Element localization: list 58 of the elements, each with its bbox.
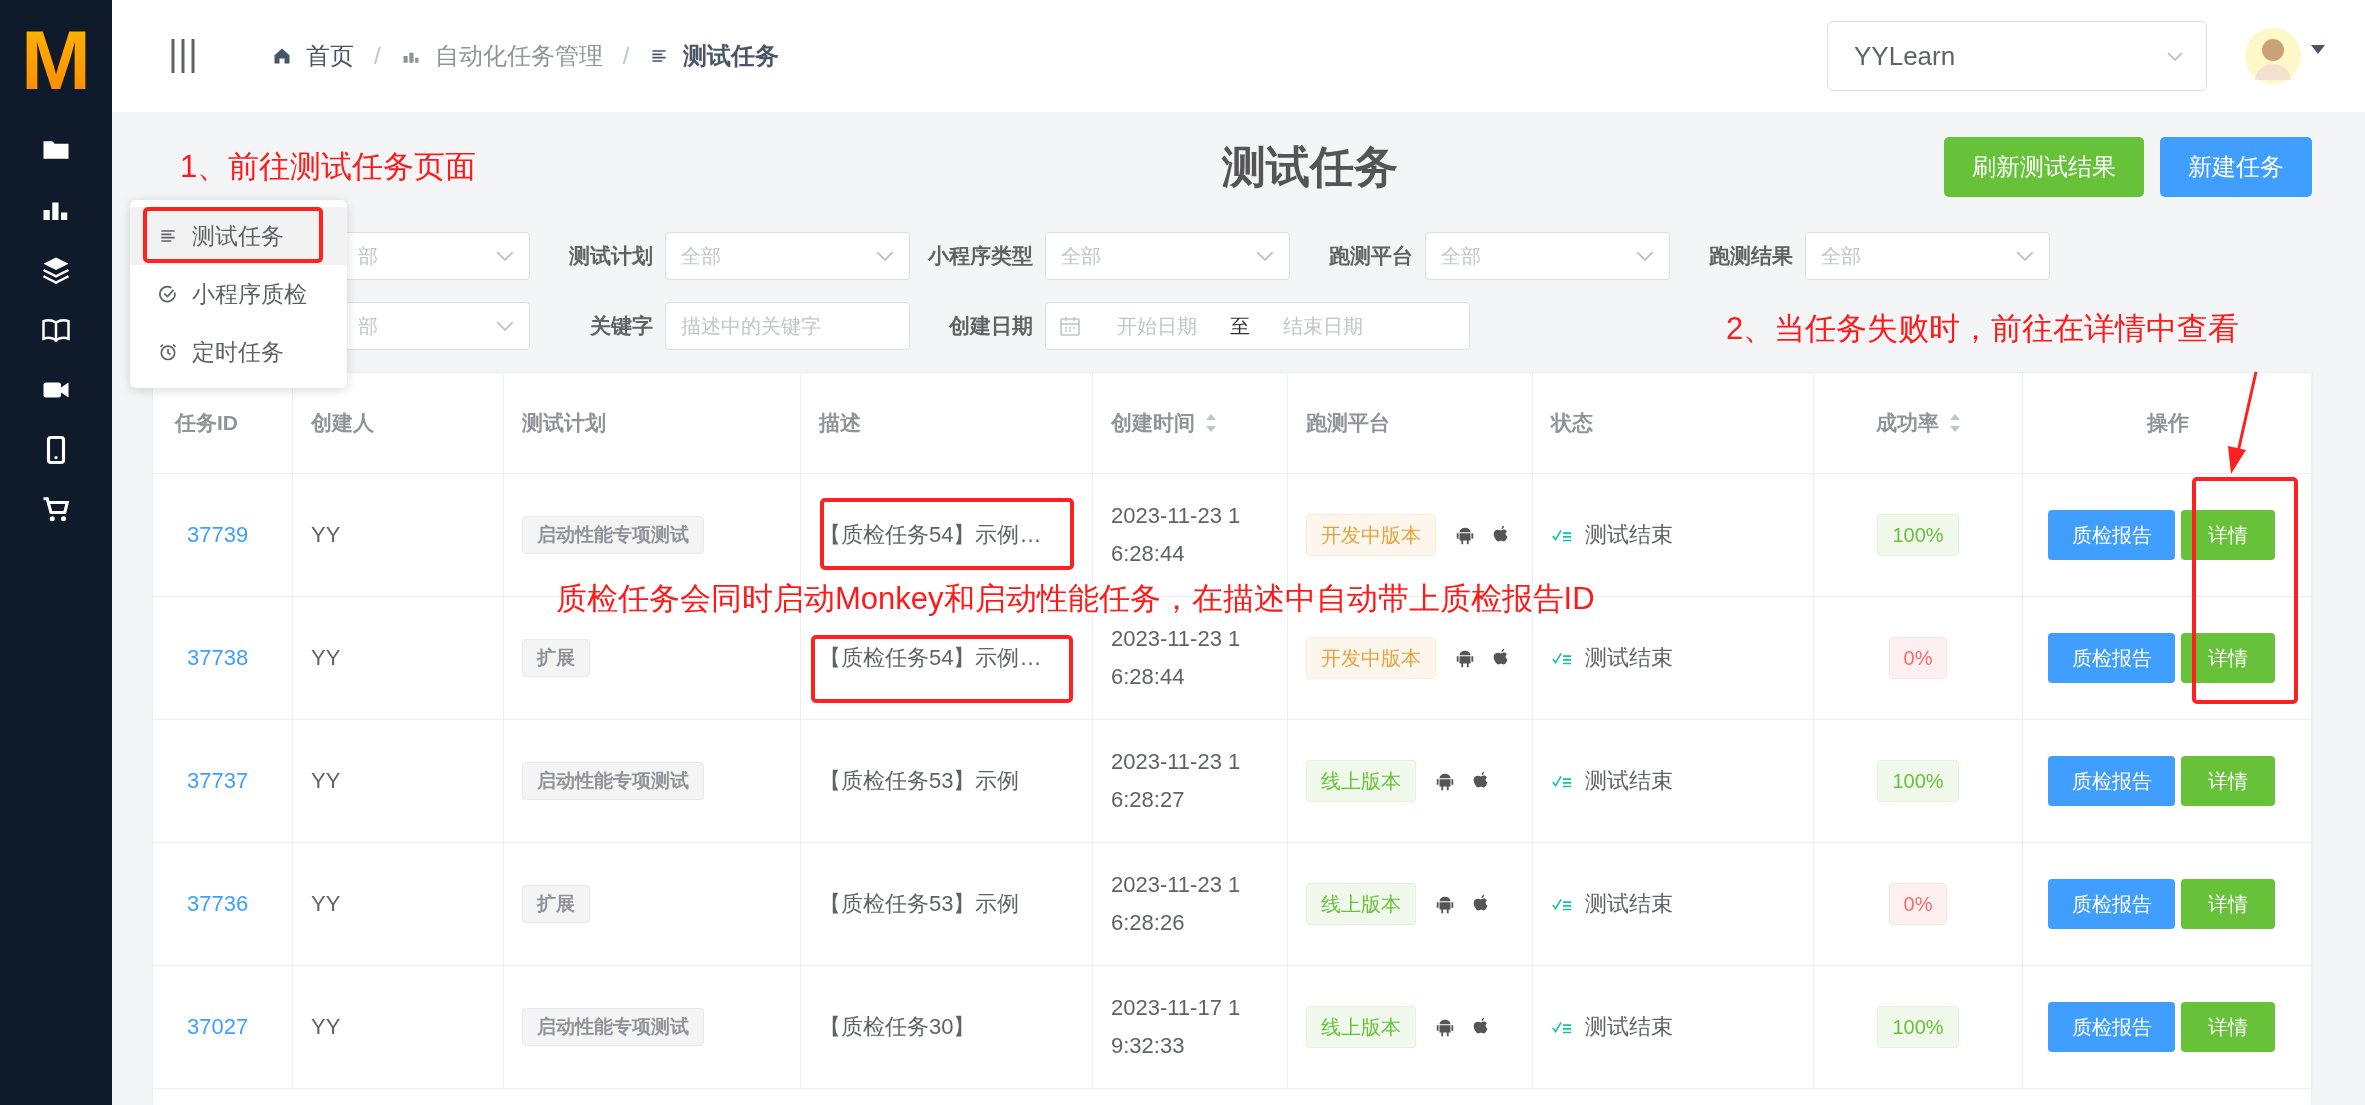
filter-label: 测试计划: [568, 243, 653, 269]
table-cell: YY: [311, 1014, 341, 1040]
column-header: 成功率: [1875, 410, 1939, 436]
breadcrumb-separator: /: [622, 42, 630, 70]
breadcrumb-separator: /: [374, 42, 381, 70]
filter-label: 小程序类型: [927, 243, 1033, 269]
table-cell: YY: [311, 645, 341, 671]
platform-tag: 线上版本: [1306, 760, 1416, 802]
range-separator: 至: [1230, 313, 1250, 339]
success-rate-tag: 0%: [1888, 883, 1948, 925]
platform-tag: 开发中版本: [1306, 514, 1436, 556]
annotation-text: 质检任务会同时启动Monkey和启动性能任务，在描述中自动带上质检报告ID: [556, 580, 1595, 618]
table-cell-text: 【质检任务30】: [819, 1013, 976, 1041]
success-rate-tag: 100%: [1877, 514, 1959, 556]
breadcrumb-item: 测试任务: [683, 41, 780, 71]
success-rate-tag: 100%: [1877, 1006, 1959, 1048]
table-cell-text: 【质检任务53】示例: [819, 767, 1020, 795]
table-cell-text: 测试结束: [1585, 890, 1673, 918]
plan-tag: 启动性能专项测试: [522, 1008, 704, 1046]
table-cell-text: 2023-11-23 16:28:44: [1111, 625, 1242, 691]
table-cell-text: 2023-11-23 16:28:44: [1111, 502, 1242, 568]
column-header: 描述: [819, 410, 861, 436]
plan-tag: 扩展: [522, 639, 590, 677]
plan-tag: 启动性能专项测试: [522, 762, 704, 800]
plan-tag: 启动性能专项测试: [522, 516, 704, 554]
column-header: 状态: [1551, 410, 1593, 436]
column-header: 测试计划: [522, 410, 606, 436]
filter-label: 关键字: [589, 313, 653, 339]
table-cell-text: 【质检任务54】示例…: [819, 521, 1042, 549]
page-title: 测试任务: [1222, 140, 1398, 193]
platform-tag: 开发中版本: [1306, 637, 1436, 679]
column-header: 创建时间: [1111, 410, 1195, 436]
table-cell-text: 测试结束: [1585, 521, 1673, 549]
platform-tag: 线上版本: [1306, 1006, 1416, 1048]
column-header: 操作: [2146, 410, 2189, 436]
table-cell-text: 2023-11-17 19:32:33: [1111, 994, 1242, 1060]
table-cell: YY: [311, 768, 341, 794]
table-cell-text: 测试结束: [1585, 767, 1673, 795]
table-cell-text: 2023-11-23 16:28:27: [1111, 748, 1242, 814]
column-header: 跑测平台: [1306, 410, 1390, 436]
table-cell-text: 测试结束: [1585, 644, 1673, 672]
table-cell: YY: [311, 522, 341, 548]
column-header: 任务ID: [175, 410, 238, 436]
table-cell-text: 【质检任务54】示例…: [819, 644, 1042, 672]
filter-label: 创建日期: [947, 313, 1033, 339]
filter-label: 跑测结果: [1708, 243, 1793, 269]
platform-tag: 线上版本: [1306, 883, 1416, 925]
success-rate-tag: 100%: [1877, 760, 1959, 802]
filter-label: 跑测平台: [1328, 243, 1413, 269]
table-cell-text: 测试结束: [1585, 1013, 1673, 1041]
table-cell: YY: [311, 891, 341, 917]
table-cell-text: 2023-11-23 16:28:26: [1111, 871, 1242, 937]
column-header: 创建人: [311, 410, 374, 436]
annotation-text: 1、前往测试任务页面: [180, 148, 477, 186]
table-cell-text: 【质检任务53】示例: [819, 890, 1020, 918]
annotation-text: 2、当任务失败时，前往在详情中查看: [1726, 310, 2240, 348]
success-rate-tag: 0%: [1888, 637, 1948, 679]
plan-tag: 扩展: [522, 885, 590, 923]
